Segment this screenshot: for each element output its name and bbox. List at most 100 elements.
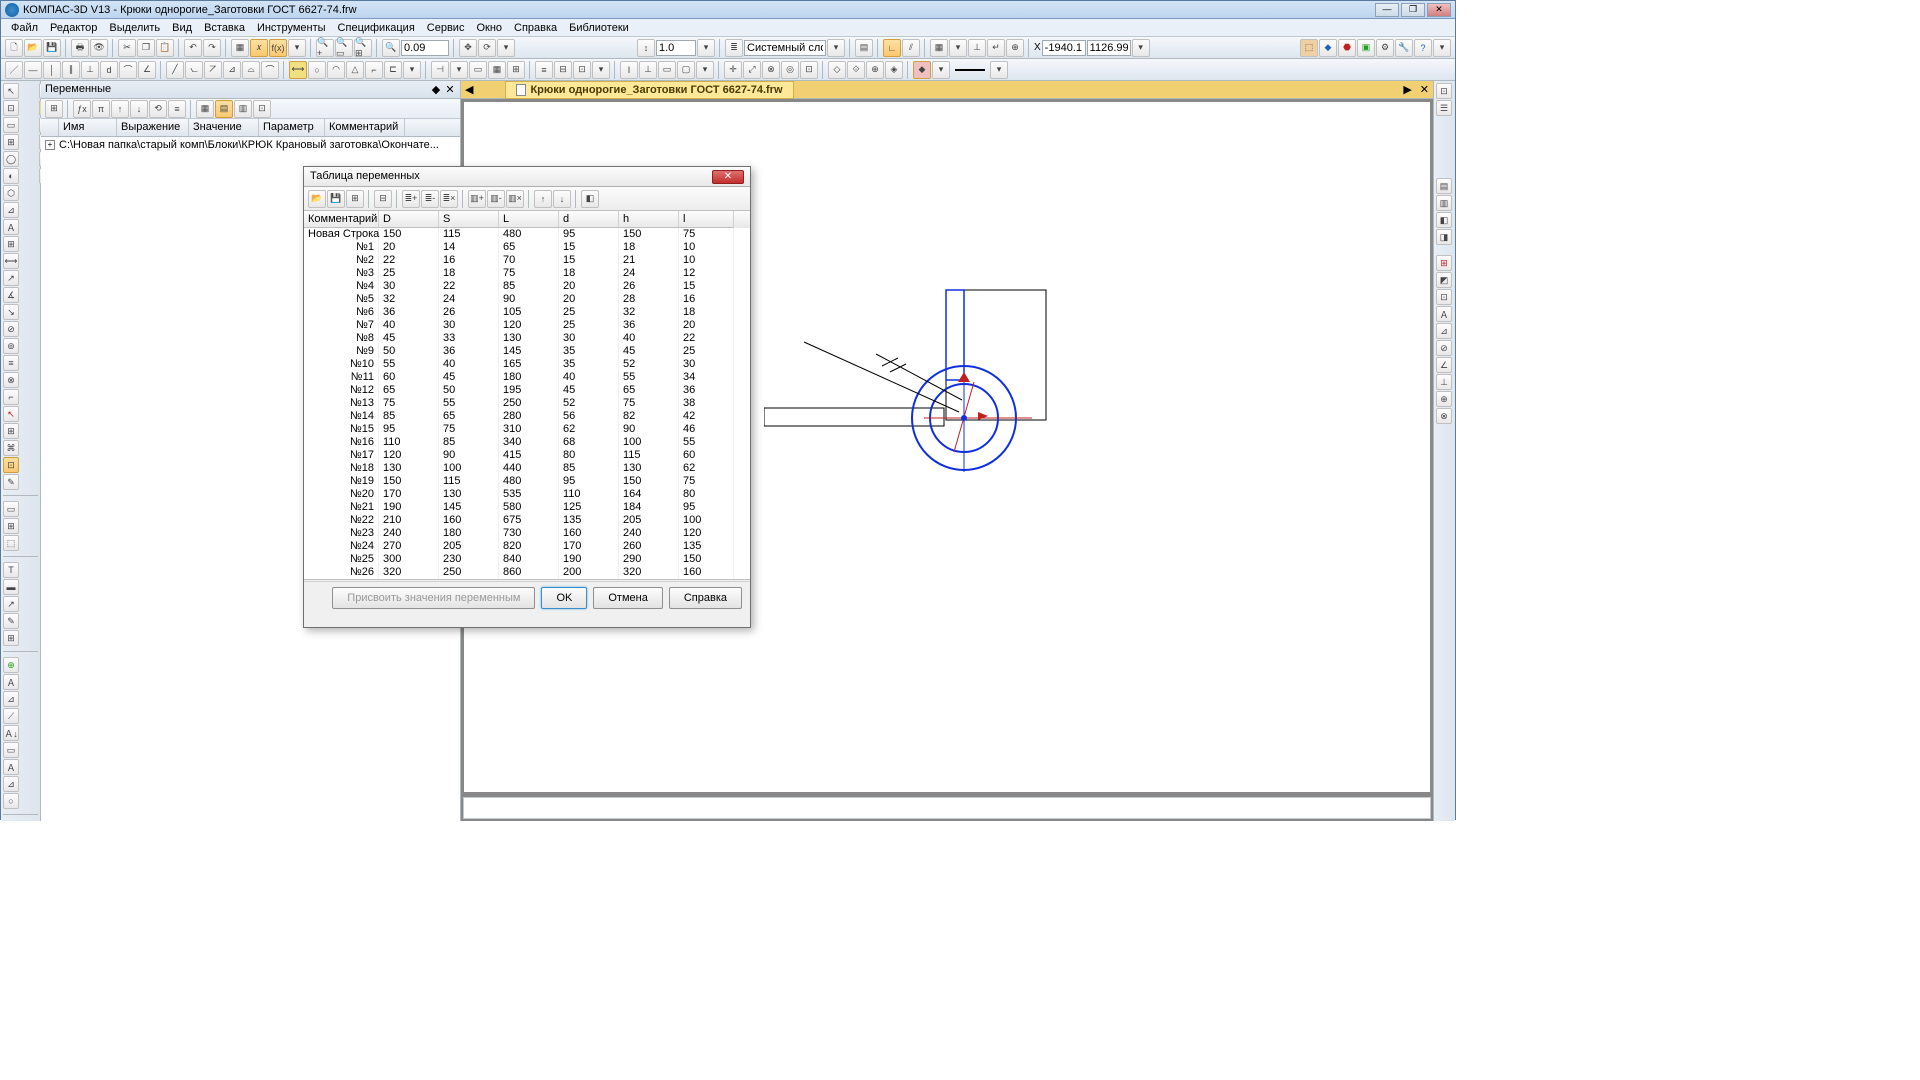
open-icon[interactable]: 📂 (24, 39, 42, 57)
cell[interactable]: 42 (679, 410, 734, 423)
coord-x[interactable] (1042, 40, 1086, 56)
rt-tool-14[interactable]: ⊥ (1436, 374, 1452, 390)
cell[interactable]: 320 (379, 566, 439, 579)
cell[interactable]: 240 (379, 527, 439, 540)
cell[interactable]: 25 (379, 267, 439, 280)
snap-dd-icon[interactable]: ▾ (949, 39, 967, 57)
scale-dd-icon[interactable]: ▾ (697, 39, 715, 57)
pvar-icon-3[interactable]: π (92, 100, 110, 118)
cell[interactable]: 56 (559, 410, 619, 423)
grid-row[interactable]: №3251875182412 (304, 267, 750, 280)
undo-icon[interactable]: ↶ (184, 39, 202, 57)
cell[interactable]: 28 (619, 293, 679, 306)
cell[interactable]: 36 (379, 306, 439, 319)
para-icon[interactable]: ⫽ (902, 39, 920, 57)
grid-row[interactable]: №126550195456536 (304, 384, 750, 397)
cell[interactable]: 184 (619, 501, 679, 514)
cell[interactable]: 110 (559, 488, 619, 501)
lt-tool-3[interactable]: ⊞ (3, 134, 19, 150)
cell[interactable]: 70 (499, 254, 559, 267)
new-icon[interactable]: 🗋 (5, 39, 23, 57)
cell[interactable]: 18 (439, 267, 499, 280)
tab-prev-icon[interactable]: ◀ (461, 83, 477, 96)
dt-icon-13[interactable]: ◧ (581, 190, 599, 208)
help-button[interactable]: Справка (669, 587, 742, 609)
cell[interactable]: 150 (379, 475, 439, 488)
cell[interactable]: 32 (619, 306, 679, 319)
lcs-icon[interactable]: ⊕ (1006, 39, 1024, 57)
cell[interactable]: 190 (379, 501, 439, 514)
cell[interactable]: 52 (559, 397, 619, 410)
cell[interactable]: 105 (499, 306, 559, 319)
cell[interactable]: 115 (439, 228, 499, 241)
rt-tool-8[interactable]: ◩ (1436, 272, 1452, 288)
drop1-icon[interactable]: ▾ (403, 61, 421, 79)
pvar-icon-7[interactable]: ≡ (168, 100, 186, 118)
cell[interactable]: 36 (679, 384, 734, 397)
grid-row[interactable]: №116045180405534 (304, 371, 750, 384)
lt-tool-13[interactable]: ↘ (3, 304, 19, 320)
cell[interactable]: 820 (499, 540, 559, 553)
cell[interactable]: 120 (679, 527, 734, 540)
cell[interactable]: 30 (679, 358, 734, 371)
cell[interactable]: 480 (499, 228, 559, 241)
dt-icon-4[interactable]: ⊟ (374, 190, 392, 208)
sn5-icon[interactable]: ⊡ (800, 61, 818, 79)
cursor-icon[interactable]: ↖ (3, 83, 19, 99)
save-icon[interactable]: 💾 (43, 39, 61, 57)
cell[interactable]: 580 (499, 501, 559, 514)
dt-icon-3[interactable]: ⊞ (346, 190, 364, 208)
dt-icon-2[interactable]: 💾 (327, 190, 345, 208)
cell[interactable]: 75 (619, 397, 679, 410)
lt-tool-6[interactable]: ⬡ (3, 185, 19, 201)
ls-dd-icon[interactable]: ▾ (990, 61, 1008, 79)
rt-tool-7[interactable]: ⊞ (1436, 255, 1452, 271)
lt-tool-10[interactable]: ⟷ (3, 253, 19, 269)
snap-round-icon[interactable]: ↵ (987, 39, 1005, 57)
cell[interactable]: 150 (379, 228, 439, 241)
cell[interactable]: 36 (439, 345, 499, 358)
cell[interactable]: 55 (679, 436, 734, 449)
sn7-icon[interactable]: ⟐ (847, 61, 865, 79)
zoom-frame-icon[interactable]: 🔍▭ (335, 39, 353, 57)
cell[interactable]: 205 (619, 514, 679, 527)
cell[interactable]: 62 (679, 462, 734, 475)
grid-row[interactable]: Новая Строка1501154809515075 (304, 228, 750, 241)
chamfer-icon[interactable]: ⌐ (365, 61, 383, 79)
lt-tool-5[interactable]: ◐ (3, 168, 19, 184)
cell[interactable]: 32 (379, 293, 439, 306)
style-icon[interactable]: ◆ (913, 61, 931, 79)
menu-инструменты[interactable]: Инструменты (251, 20, 332, 36)
cell[interactable]: 46 (679, 423, 734, 436)
view2-icon[interactable]: ▦ (488, 61, 506, 79)
cell[interactable]: 30 (379, 280, 439, 293)
lt-tool-14[interactable]: ⊘ (3, 321, 19, 337)
dialog-grid[interactable]: Комментарий D S L d h l Новая Строка1501… (304, 211, 750, 581)
cell[interactable]: 14 (439, 241, 499, 254)
dim-icon[interactable]: ⟷ (289, 61, 307, 79)
seg3-icon[interactable]: ⦢ (204, 61, 222, 79)
tree-row[interactable]: + C:\Новая папка\старый комп\Блоки\КРЮК … (41, 137, 460, 153)
drop3-icon[interactable]: ▾ (592, 61, 610, 79)
cell[interactable]: 170 (559, 540, 619, 553)
cell[interactable]: 24 (439, 293, 499, 306)
scroll-right-icon[interactable]: ▶ (736, 580, 750, 581)
lt-tool-7[interactable]: ⊿ (3, 202, 19, 218)
cell[interactable]: 130 (439, 488, 499, 501)
lt-tool-26[interactable]: ⬚ (3, 535, 19, 551)
lt-tool-37[interactable]: Ａ (3, 759, 19, 775)
dt-icon-12[interactable]: ↓ (553, 190, 571, 208)
pvar-icon-11[interactable]: ⊡ (253, 100, 271, 118)
lt-tool-36[interactable]: ▭ (3, 742, 19, 758)
gcol-0[interactable]: Комментарий (304, 211, 379, 228)
lib-dd-icon[interactable]: ▾ (1433, 39, 1451, 57)
lt-tool-23[interactable]: ✎ (3, 474, 19, 490)
minimize-button[interactable]: — (1375, 3, 1399, 17)
cell[interactable]: 40 (559, 371, 619, 384)
ok-button[interactable]: OK (541, 587, 587, 609)
cell[interactable]: 55 (439, 397, 499, 410)
lib2-icon[interactable]: ◆ (1319, 39, 1337, 57)
cell[interactable]: 85 (439, 436, 499, 449)
cell[interactable]: 130 (619, 462, 679, 475)
lt-tool-33[interactable]: ⊿ (3, 691, 19, 707)
